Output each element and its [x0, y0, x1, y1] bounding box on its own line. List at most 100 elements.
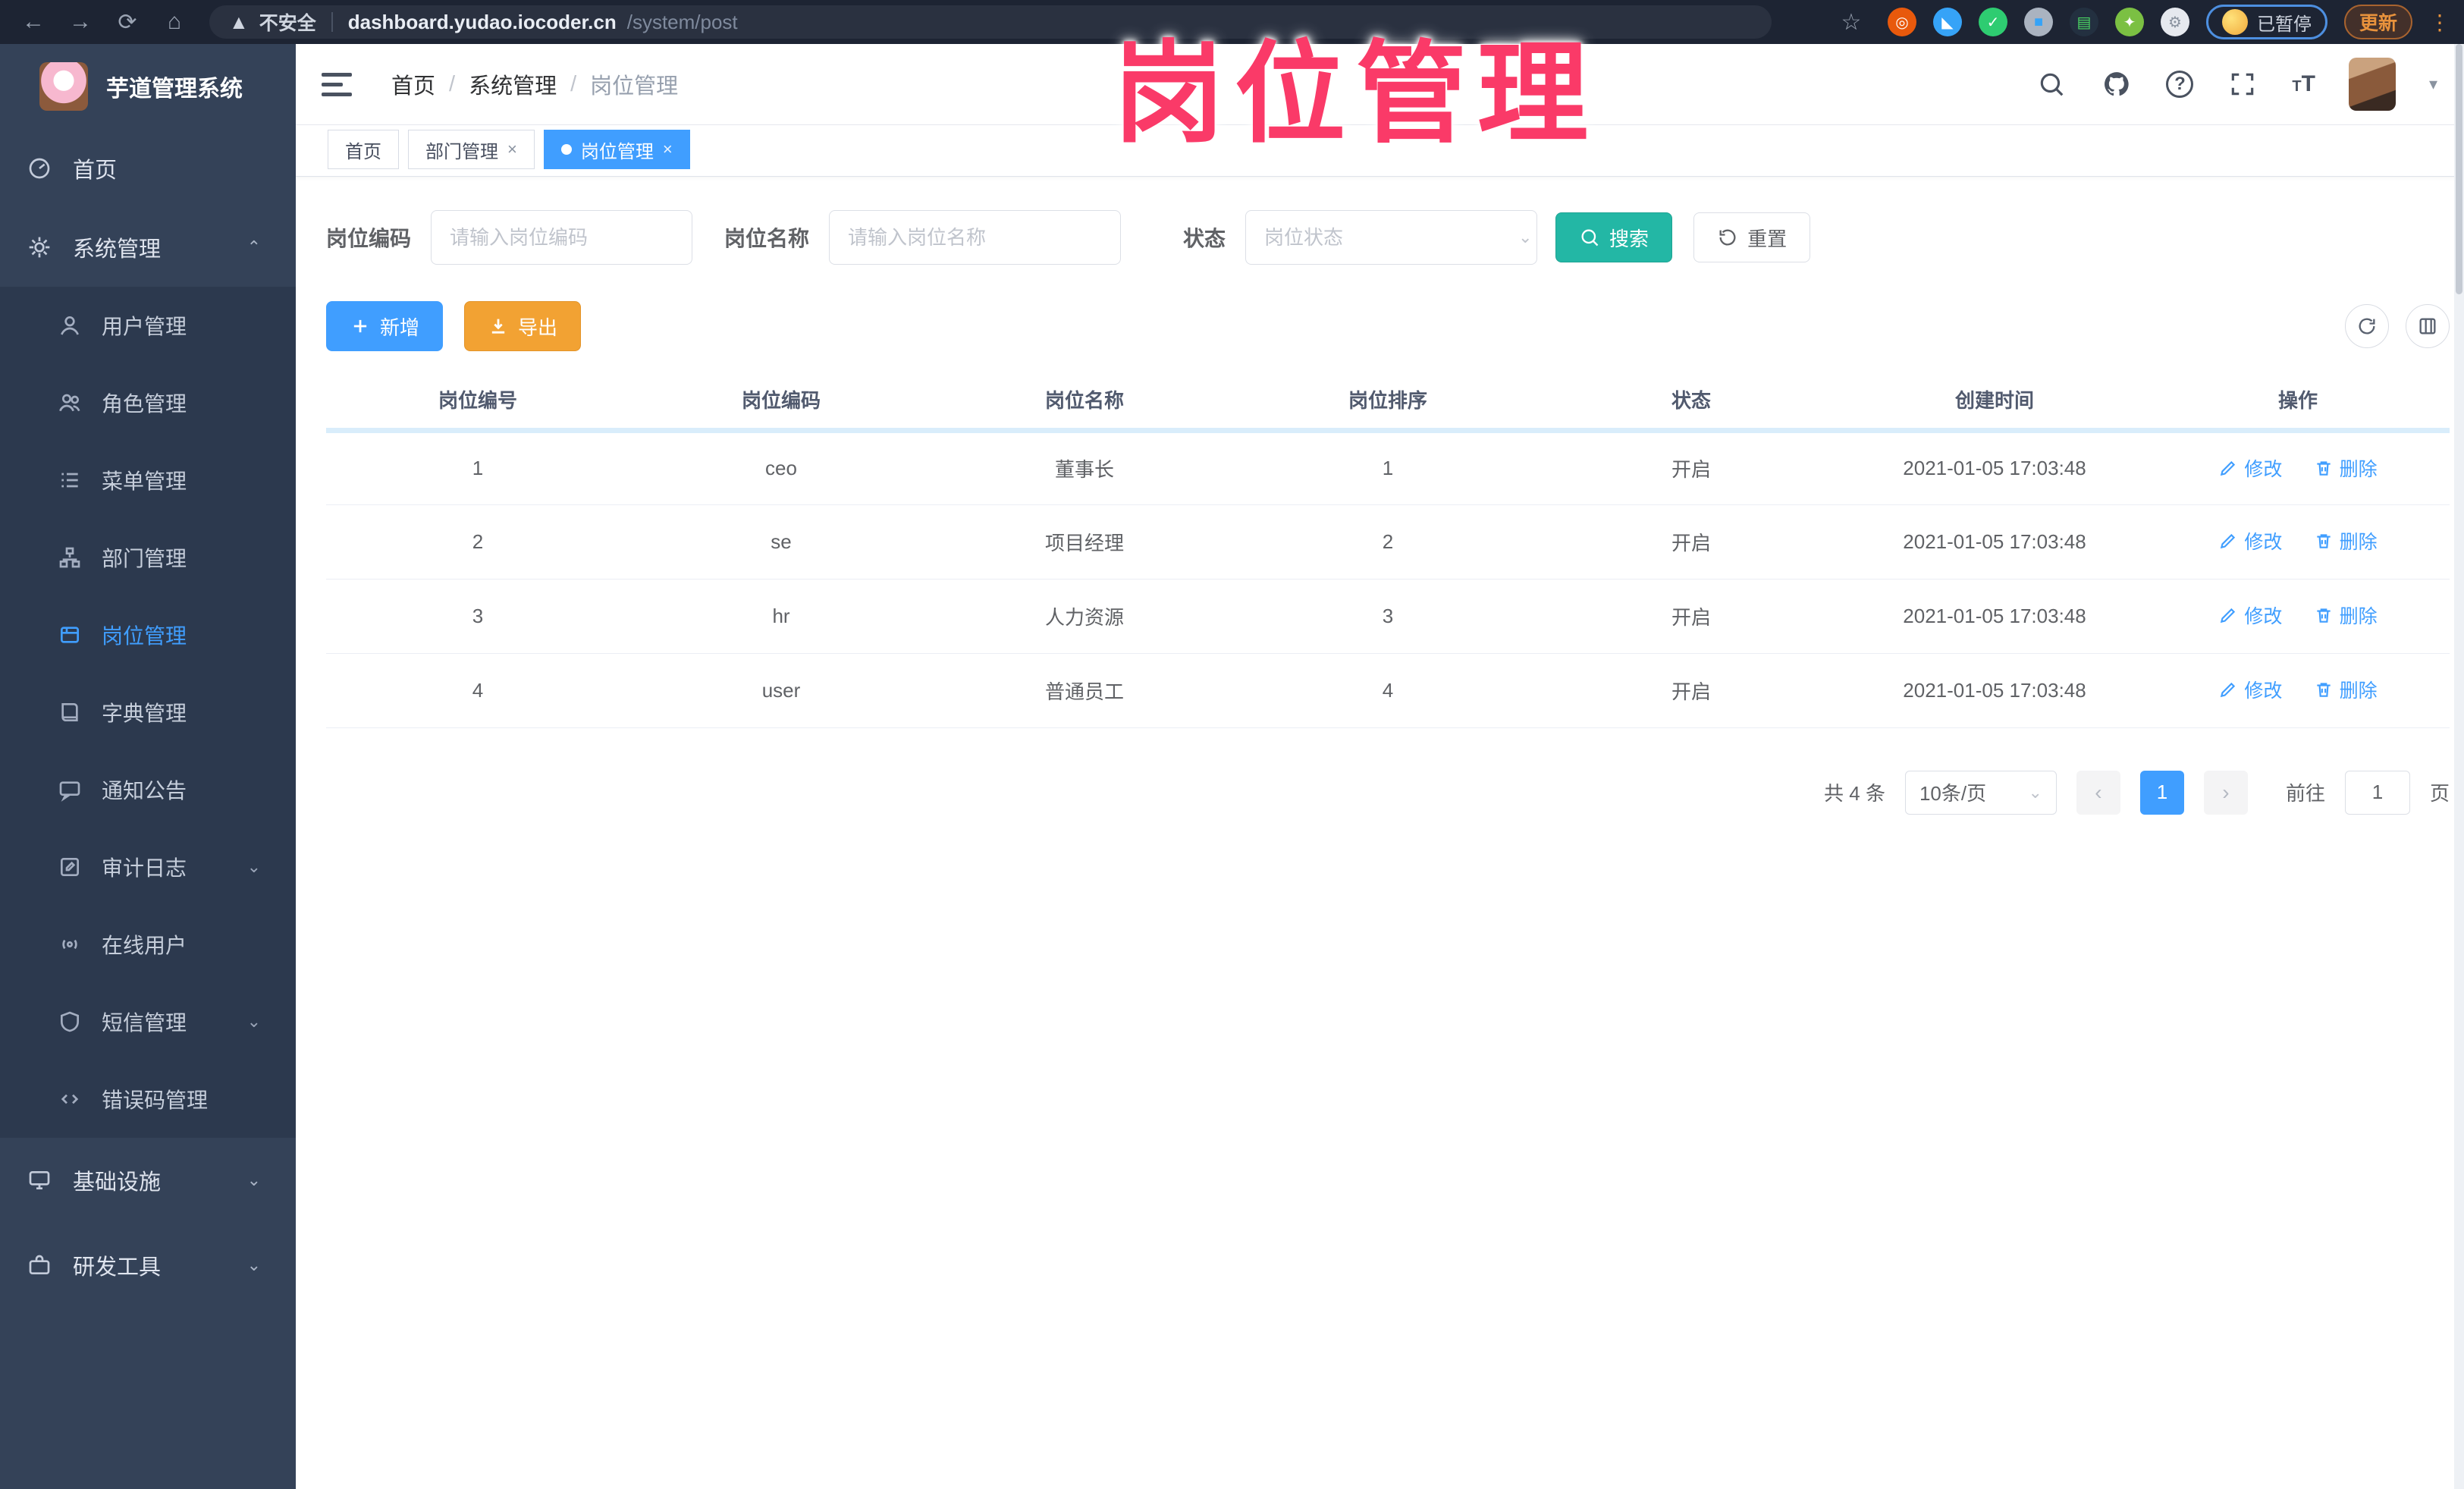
- refresh-table-button[interactable]: [2345, 304, 2389, 348]
- edit-link[interactable]: 修改: [2218, 676, 2282, 703]
- sidebar-item-system[interactable]: 系统管理 ⌃: [0, 208, 296, 287]
- system-submenu: 用户管理 角色管理 菜单管理 部门管理 岗位管理 字典管理 通知公告 审计日志 …: [0, 287, 296, 1138]
- home-icon[interactable]: ⌂: [155, 5, 194, 39]
- back-icon[interactable]: ←: [14, 5, 53, 39]
- scrollbar-thumb[interactable]: [2456, 44, 2462, 294]
- trash-icon: [2316, 534, 2331, 548]
- delete-link[interactable]: 删除: [2314, 602, 2378, 629]
- github-icon[interactable]: [2101, 68, 2133, 100]
- col-actions: 操作: [2146, 371, 2450, 433]
- delete-link[interactable]: 删除: [2314, 527, 2378, 554]
- sidebar-item-online-users[interactable]: 在线用户: [0, 906, 296, 983]
- posts-table: 岗位编号 岗位编码 岗位名称 岗位排序 状态 创建时间 操作 1 ceo 董事长: [326, 371, 2450, 728]
- delete-link[interactable]: 删除: [2314, 454, 2378, 482]
- forward-icon[interactable]: →: [61, 5, 100, 39]
- plus-icon: [353, 319, 367, 333]
- table-header-row: 岗位编号 岗位编码 岗位名称 岗位排序 状态 创建时间 操作: [326, 371, 2450, 433]
- goto-page-input[interactable]: [2344, 770, 2410, 815]
- delete-link[interactable]: 删除: [2314, 676, 2378, 703]
- refresh-icon: [2359, 318, 2375, 335]
- extension-icon[interactable]: ✦: [2114, 8, 2144, 36]
- toolbox-icon: [27, 1253, 52, 1277]
- extension-icon[interactable]: ✓: [1978, 8, 2007, 36]
- edit-link[interactable]: 修改: [2218, 527, 2282, 554]
- sidebar-item-infrastructure[interactable]: 基础设施 ⌄: [0, 1138, 296, 1223]
- pencil-icon: [2221, 682, 2236, 698]
- table-row: 2 se 项目经理 2 开启 2021-01-05 17:03:48 修改 删除: [326, 504, 2450, 580]
- export-button[interactable]: 导出: [464, 301, 582, 351]
- col-post-code: 岗位编码: [629, 371, 933, 433]
- extension-icon[interactable]: ■: [2023, 8, 2053, 36]
- reload-icon[interactable]: ⟳: [108, 5, 147, 39]
- users-icon: [58, 391, 82, 415]
- sidebar-item-dev-tools[interactable]: 研发工具 ⌄: [0, 1223, 296, 1308]
- col-status: 状态: [1540, 371, 1843, 433]
- breadcrumb-home[interactable]: 首页: [391, 68, 435, 100]
- font-size-icon[interactable]: TT: [2292, 71, 2315, 97]
- sidebar-item-posts[interactable]: 岗位管理: [0, 596, 296, 674]
- trash-icon: [2316, 683, 2331, 697]
- shield-icon: [58, 1010, 82, 1034]
- breadcrumb: 首页 / 系统管理 / 岗位管理: [391, 68, 678, 100]
- refresh-icon: [1719, 229, 1736, 246]
- sidebar-item-notices[interactable]: 通知公告: [0, 751, 296, 828]
- help-icon[interactable]: ?: [2166, 71, 2194, 98]
- breadcrumb-system[interactable]: 系统管理: [469, 68, 557, 100]
- tab-posts[interactable]: 岗位管理 ×: [543, 130, 690, 169]
- status-select[interactable]: ⌄: [1245, 210, 1538, 265]
- app-logo: [39, 62, 88, 111]
- search-form: 岗位编码 岗位名称 状态 ⌄ 搜索 重置: [326, 210, 2450, 265]
- sidebar-item-roles[interactable]: 角色管理: [0, 364, 296, 441]
- reset-button[interactable]: 重置: [1693, 212, 1811, 262]
- sidebar-item-dictionary[interactable]: 字典管理: [0, 674, 296, 751]
- sidebar-item-menus[interactable]: 菜单管理: [0, 441, 296, 519]
- edit-link[interactable]: 修改: [2218, 602, 2282, 629]
- column-settings-button[interactable]: [2406, 304, 2450, 348]
- scrollbar[interactable]: [2454, 44, 2464, 1489]
- tab-home[interactable]: 首页: [328, 130, 399, 169]
- app-logo-row[interactable]: 芋道管理系统: [0, 44, 296, 129]
- extension-icon[interactable]: ⚙: [2160, 8, 2189, 36]
- browser-menu-icon[interactable]: ⋮: [2429, 10, 2450, 35]
- tab-departments[interactable]: 部门管理 ×: [408, 130, 535, 169]
- emoji-face-icon: [2221, 9, 2248, 35]
- paused-badge[interactable]: 已暂停: [2205, 5, 2327, 39]
- goto-suffix: 页: [2429, 782, 2450, 805]
- chevron-down-icon: ⌄: [246, 1012, 261, 1031]
- search-icon[interactable]: [2036, 68, 2067, 100]
- annotation-overlay-title: 岗位管理: [1113, 32, 1599, 155]
- avatar[interactable]: [2348, 58, 2396, 111]
- sidebar-item-error-codes[interactable]: 错误码管理: [0, 1060, 296, 1138]
- close-icon[interactable]: ×: [663, 140, 673, 159]
- sidebar-item-users[interactable]: 用户管理: [0, 287, 296, 364]
- sidebar-item-audit-log[interactable]: 审计日志 ⌄: [0, 828, 296, 906]
- fullscreen-icon[interactable]: [2227, 68, 2258, 100]
- extension-icon[interactable]: ▤: [2069, 8, 2098, 36]
- collapse-sidebar-icon[interactable]: [322, 69, 355, 99]
- extension-icon[interactable]: ◎: [1887, 8, 1916, 36]
- col-post-id: 岗位编号: [326, 371, 629, 433]
- close-icon[interactable]: ×: [507, 140, 517, 159]
- sidebar-item-home[interactable]: 首页: [0, 129, 296, 208]
- chevron-down-icon[interactable]: ▾: [2429, 74, 2437, 94]
- post-code-input[interactable]: [431, 210, 693, 265]
- update-button[interactable]: 更新: [2343, 5, 2412, 39]
- table-row: 3 hr 人力资源 3 开启 2021-01-05 17:03:48 修改 删除: [326, 579, 2450, 654]
- sidebar-item-sms[interactable]: 短信管理 ⌄: [0, 983, 296, 1060]
- sidebar-item-departments[interactable]: 部门管理: [0, 519, 296, 596]
- post-name-input[interactable]: [829, 210, 1122, 265]
- add-button[interactable]: 新增: [326, 301, 444, 351]
- breadcrumb-separator: /: [449, 71, 456, 96]
- prev-page-button[interactable]: ‹: [2076, 770, 2120, 815]
- gear-icon: [27, 235, 52, 259]
- edit-link[interactable]: 修改: [2218, 454, 2282, 482]
- dashboard-icon: [27, 156, 52, 181]
- page-size-select[interactable]: 10条/页 ⌄: [1904, 770, 2057, 815]
- next-page-button[interactable]: ›: [2203, 770, 2248, 815]
- extension-icon[interactable]: ◣: [1932, 8, 1962, 36]
- search-button[interactable]: 搜索: [1555, 212, 1673, 262]
- page-1-button[interactable]: 1: [2139, 770, 2184, 815]
- active-dot: [560, 144, 572, 155]
- bookmark-star-icon[interactable]: ☆: [1832, 5, 1871, 39]
- post-name-label: 岗位名称: [724, 227, 810, 250]
